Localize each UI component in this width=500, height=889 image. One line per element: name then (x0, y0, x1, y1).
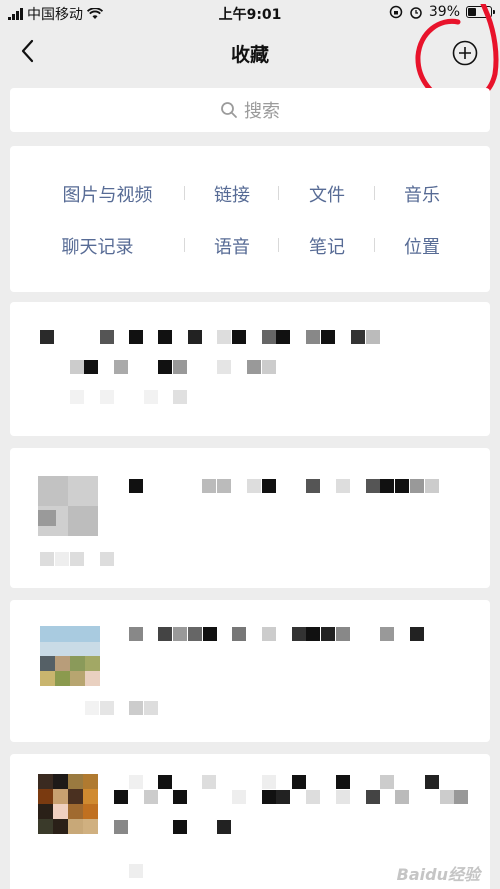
search-bar[interactable]: 搜索 (10, 88, 490, 132)
favorite-item[interactable] (10, 302, 490, 436)
divider (278, 186, 279, 200)
plus-circle-icon[interactable] (450, 38, 480, 68)
category-links[interactable]: 链接 (202, 181, 262, 207)
favorite-item[interactable]: Baidu经验 (10, 754, 490, 889)
alarm-icon (410, 7, 422, 19)
divider (184, 186, 185, 200)
battery-icon (466, 6, 495, 18)
page-title: 收藏 (230, 44, 269, 66)
category-images-videos[interactable]: 图片与视频 (50, 181, 165, 207)
category-voice[interactable]: 语音 (202, 233, 262, 259)
battery-percentage: 39% (428, 4, 460, 20)
search-icon (221, 102, 237, 118)
category-location[interactable]: 位置 (392, 233, 452, 259)
rotation-lock-icon (389, 5, 403, 19)
divider (184, 238, 185, 252)
favorite-item[interactable] (10, 448, 490, 588)
search-placeholder: 搜索 (244, 101, 280, 122)
favorite-item[interactable] (10, 600, 490, 742)
category-chat-history[interactable]: 聊天记录 (50, 233, 145, 259)
navigation-bar: 收藏 (0, 26, 500, 80)
baidu-watermark: Baidu经验 (396, 865, 480, 884)
status-bar: 中国移动 上午9:01 39% (0, 0, 500, 26)
category-files[interactable]: 文件 (297, 181, 357, 207)
divider (278, 238, 279, 252)
category-notes[interactable]: 笔记 (297, 233, 357, 259)
divider (374, 238, 375, 252)
category-music[interactable]: 音乐 (392, 181, 452, 207)
category-filter-card: 图片与视频 链接 文件 音乐 聊天记录 语音 笔记 位置 (10, 146, 490, 292)
divider (374, 186, 375, 200)
